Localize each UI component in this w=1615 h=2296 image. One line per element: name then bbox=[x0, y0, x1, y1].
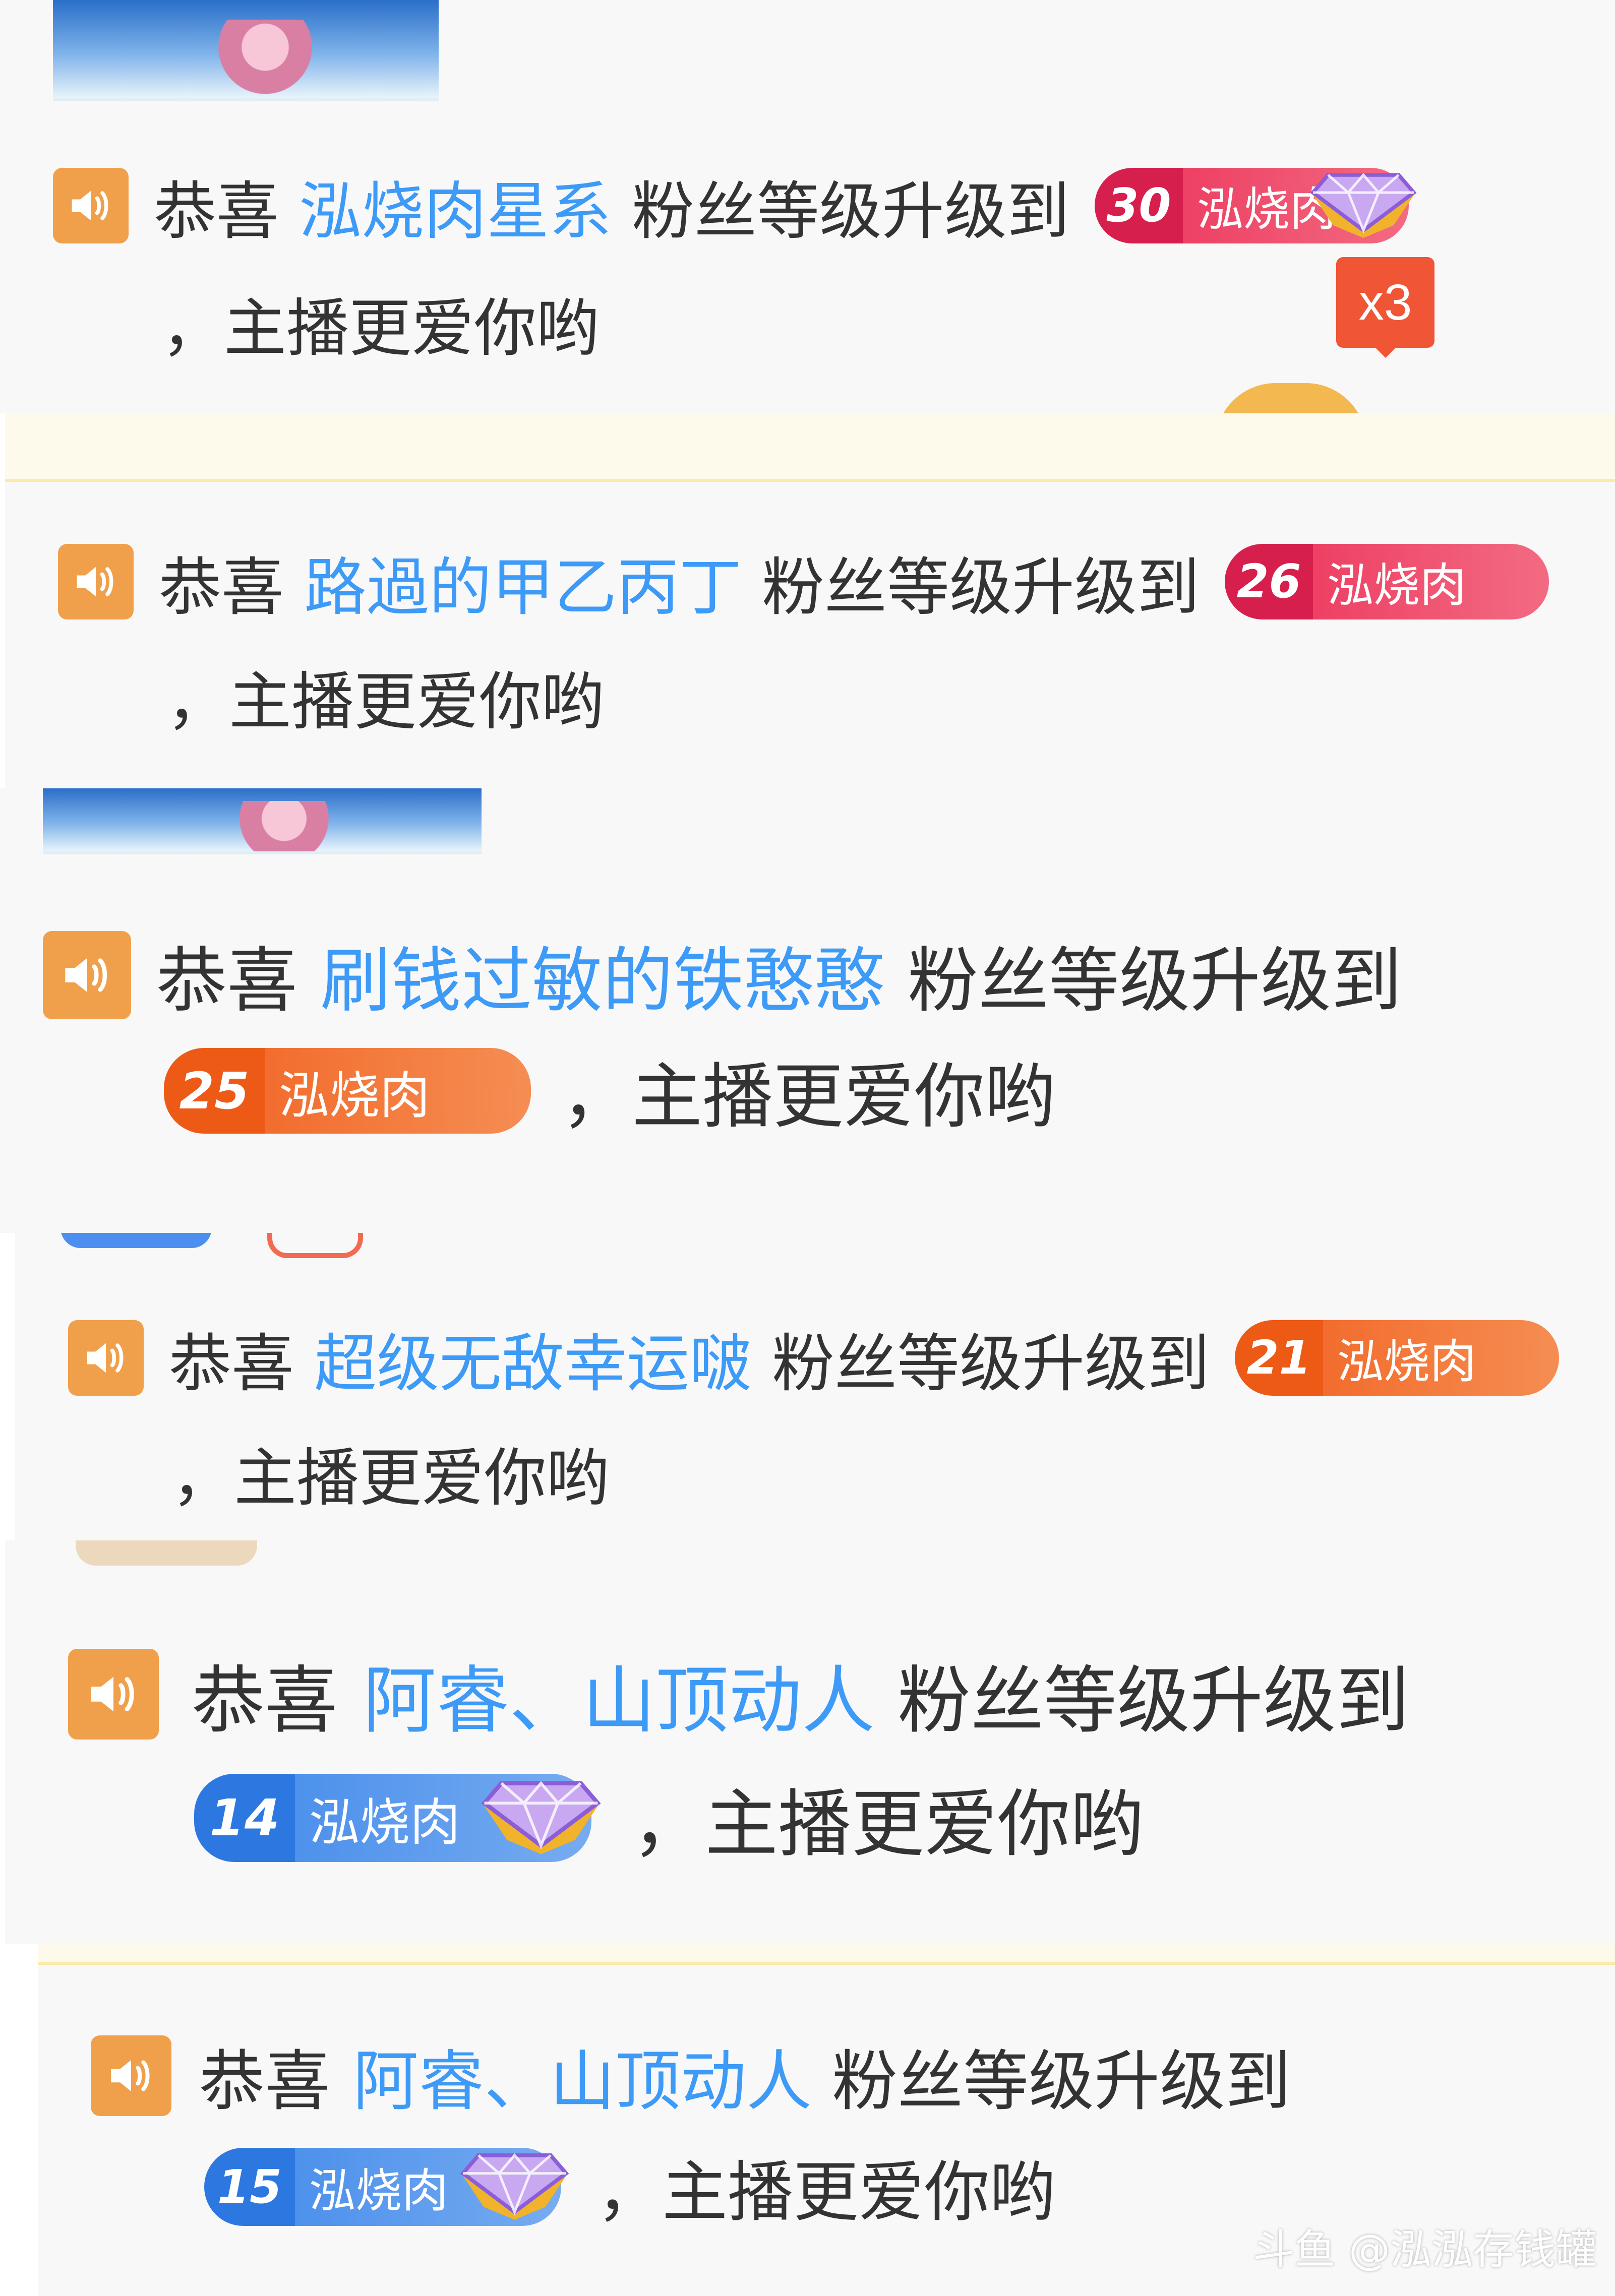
speaker-volume-icon[interactable] bbox=[43, 930, 131, 1019]
suffix-comma: ， bbox=[596, 2154, 663, 2230]
greeting-text: 恭喜 bbox=[159, 551, 284, 624]
speaker-volume-icon[interactable] bbox=[91, 2035, 171, 2116]
nickname-link[interactable]: 超级无敌幸运啵 bbox=[314, 1313, 752, 1403]
nickname-link[interactable]: 阿睿、山顶动人 bbox=[363, 1641, 875, 1747]
suffix-text: 主播更爱你哟 bbox=[662, 2154, 1056, 2230]
fan-level: 21 bbox=[1235, 1320, 1324, 1396]
speaker-volume-icon[interactable] bbox=[68, 1320, 144, 1396]
speaker-volume-icon[interactable] bbox=[53, 167, 129, 243]
suffix-text: 主播更爱你哟 bbox=[229, 666, 605, 738]
suffix-text: 主播更爱你哟 bbox=[632, 1056, 1056, 1138]
greeting-text: 恭喜 bbox=[154, 175, 279, 248]
screenshot-slice-3: 恭喜 刷钱过敏的铁憨憨 粉丝等级升级到 25 泓烧肉 ， 主播更爱你哟 bbox=[0, 788, 1615, 1233]
upgrade-text: 粉丝等级升级到 bbox=[908, 940, 1402, 1022]
screenshot-slice-1: 恭喜 泓烧肉星系 粉丝等级升级到 30 泓烧肉 ， 主播更爱你哟 x3 bbox=[0, 0, 1615, 413]
suffix-comma: ， bbox=[161, 292, 224, 365]
upgrade-text: 粉丝等级升级到 bbox=[632, 175, 1070, 248]
nickname-link[interactable]: 泓烧肉星系 bbox=[299, 160, 612, 251]
screenshot-slice-2-body: 恭喜 路過的甲乙丙丁 粉丝等级升级到 26 泓烧肉 ， 主播更爱你哟 bbox=[5, 482, 1615, 788]
chat-message-continuation: ， 主播更爱你哟 bbox=[161, 280, 599, 365]
watermark-text: 斗鱼 @泓泓存钱罐 bbox=[1252, 2226, 1597, 2274]
diamond-gem-icon bbox=[478, 1766, 604, 1869]
fan-badge[interactable]: 21 泓烧肉 bbox=[1235, 1320, 1560, 1396]
fan-badge[interactable]: 30 泓烧肉 bbox=[1095, 167, 1417, 243]
greeting-text: 恭喜 bbox=[199, 2043, 331, 2120]
nickname-link[interactable]: 阿睿、山顶动人 bbox=[353, 2028, 812, 2123]
greeting-text: 恭喜 bbox=[192, 1658, 338, 1744]
suffix-comma: ， bbox=[171, 1442, 234, 1515]
fan-badge[interactable]: 14 泓烧肉 bbox=[194, 1773, 601, 1862]
stream-thumbnail[interactable] bbox=[43, 788, 482, 854]
chat-message-continuation: ， 主播更爱你哟 bbox=[166, 653, 604, 739]
fan-level: 15 bbox=[204, 2147, 295, 2226]
screenshot-slice-4: 恭喜 超级无敌幸运啵 粉丝等级升级到 21 泓烧肉 ， 主播更爱你哟 bbox=[15, 1233, 1615, 1540]
gift-combo-badge: x3 bbox=[1336, 257, 1434, 348]
fan-level: 30 bbox=[1095, 167, 1183, 243]
suffix-comma: ， bbox=[632, 1782, 705, 1867]
chat-row-peek bbox=[61, 1233, 212, 1248]
chat-message: 恭喜 阿睿、山顶动人 粉丝等级升级到 bbox=[68, 1644, 1409, 1745]
screenshot-slice-2 bbox=[5, 413, 1615, 482]
chat-message-continuation: 15 泓烧肉 ， 主播更爱你哟 bbox=[204, 2139, 1055, 2235]
chat-message: 恭喜 刷钱过敏的铁憨憨 粉丝等级升级到 bbox=[43, 927, 1402, 1023]
fan-level: 26 bbox=[1225, 543, 1313, 619]
suffix-comma: ， bbox=[561, 1056, 632, 1138]
chat-row-peek bbox=[267, 1233, 363, 1258]
speaker-volume-icon[interactable] bbox=[68, 1649, 159, 1740]
fan-level: 25 bbox=[164, 1048, 265, 1134]
fan-club-name: 泓烧肉 bbox=[1313, 543, 1549, 619]
screenshot-slice-6 bbox=[38, 1944, 1615, 1965]
chat-message-continuation: 25 泓烧肉 ， 主播更爱你哟 bbox=[164, 1040, 1055, 1141]
suffix-text: 主播更爱你哟 bbox=[705, 1782, 1144, 1867]
upgrade-text: 粉丝等级升级到 bbox=[772, 1327, 1210, 1400]
nickname-link[interactable]: 刷钱过敏的铁憨憨 bbox=[320, 924, 885, 1026]
chat-message: 恭喜 阿睿、山顶动人 粉丝等级升级到 bbox=[91, 2028, 1291, 2124]
fan-club-name: 泓烧肉 bbox=[265, 1048, 531, 1134]
suffix-text: 主播更爱你哟 bbox=[234, 1442, 610, 1515]
gift-thumbnail-peek bbox=[1215, 383, 1366, 413]
fan-badge[interactable]: 26 泓烧肉 bbox=[1225, 543, 1549, 619]
chat-row-peek bbox=[76, 1540, 257, 1566]
fan-badge[interactable]: 25 泓烧肉 bbox=[164, 1048, 531, 1134]
upgrade-text: 粉丝等级升级到 bbox=[762, 551, 1200, 624]
chat-message-continuation: 14 泓烧肉 ， 主播更爱你哟 bbox=[194, 1765, 1144, 1871]
fan-level: 14 bbox=[194, 1773, 295, 1862]
suffix-text: 主播更爱你哟 bbox=[224, 292, 600, 365]
chat-message-continuation: ， 主播更爱你哟 bbox=[171, 1430, 609, 1515]
chat-message: 恭喜 超级无敌幸运啵 粉丝等级升级到 21 泓烧肉 bbox=[68, 1313, 1560, 1403]
suffix-comma: ， bbox=[166, 666, 229, 738]
chat-message: 恭喜 路過的甲乙丙丁 粉丝等级升级到 26 泓烧肉 bbox=[58, 537, 1549, 626]
screenshot-slice-5: 恭喜 阿睿、山顶动人 粉丝等级升级到 14 泓烧肉 ， 主播更爱你哟 bbox=[5, 1540, 1615, 1944]
upgrade-text: 粉丝等级升级到 bbox=[832, 2043, 1291, 2120]
greeting-text: 恭喜 bbox=[156, 940, 298, 1022]
fan-club-name: 泓烧肉 bbox=[1323, 1320, 1560, 1396]
chat-message: 恭喜 泓烧肉星系 粉丝等级升级到 30 泓烧肉 bbox=[53, 160, 1417, 251]
stream-thumbnail[interactable] bbox=[53, 0, 439, 101]
diamond-gem-icon bbox=[458, 2140, 571, 2234]
speaker-volume-icon[interactable] bbox=[58, 543, 134, 619]
fan-badge[interactable]: 15 泓烧肉 bbox=[204, 2147, 569, 2226]
nickname-link[interactable]: 路過的甲乙丙丁 bbox=[304, 536, 742, 627]
greeting-text: 恭喜 bbox=[169, 1327, 294, 1400]
diamond-gem-icon bbox=[1308, 160, 1419, 252]
upgrade-text: 粉丝等级升级到 bbox=[898, 1658, 1409, 1744]
